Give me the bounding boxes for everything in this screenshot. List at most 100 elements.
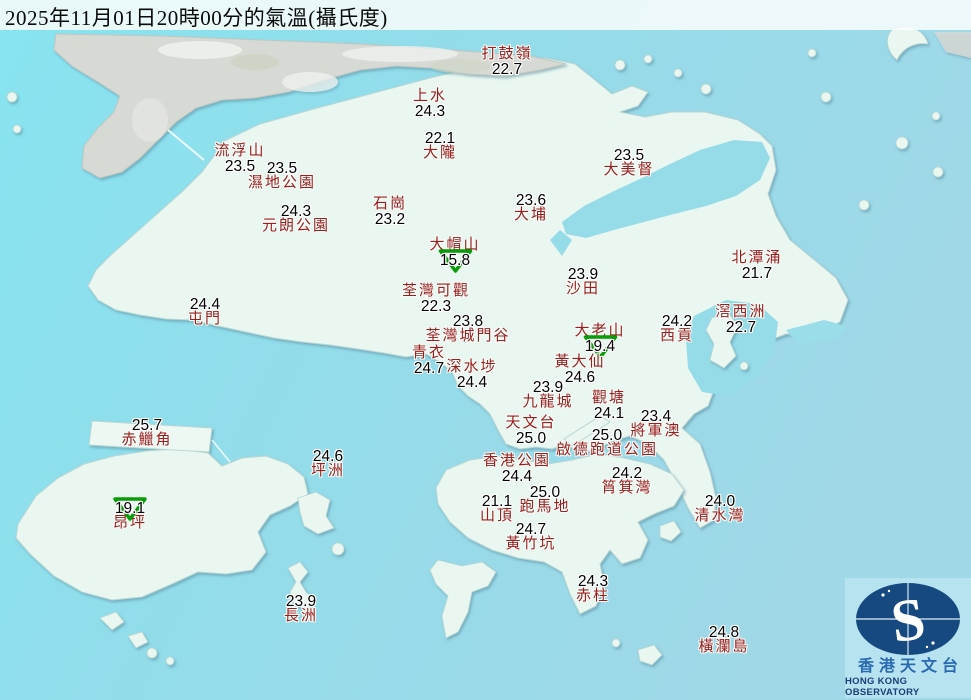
- station: 香港公園 24.4: [482, 453, 552, 485]
- station: 大埔 23.6: [514, 193, 548, 223]
- station-temp: 19.4: [584, 338, 616, 355]
- station-temp: 24.4: [189, 296, 221, 313]
- station: 打鼓嶺 22.7: [481, 46, 533, 78]
- station: 北潭涌 21.7: [731, 250, 783, 282]
- station-name: 赤鱲角: [121, 432, 173, 448]
- station: 天文台 25.0: [505, 415, 557, 447]
- station: 西貢 24.2: [660, 314, 694, 344]
- station-name: 大埔: [513, 207, 549, 223]
- station: 觀塘 24.1: [591, 390, 627, 422]
- station: 橫瀾島 24.8: [698, 625, 749, 655]
- station-name: 荃灣可觀: [401, 283, 471, 299]
- station: 昂坪 19.1: [113, 497, 147, 531]
- station-name: 坪洲: [310, 463, 346, 479]
- station-temp: 22.7: [725, 319, 757, 336]
- station: 元朗公園 24.3: [262, 204, 330, 234]
- station-temp: 23.9: [567, 266, 599, 283]
- station-name: 北潭涌: [731, 250, 783, 266]
- station-temp: 25.0: [591, 427, 623, 444]
- station: 荃灣城門谷 23.8: [425, 314, 510, 344]
- hko-logo: S 香港天文台 HONG KONG OBSERVATORY: [845, 578, 971, 698]
- station-temp: 23.5: [613, 147, 645, 164]
- station-name: 深水埗: [446, 359, 498, 375]
- station: 長洲 23.9: [284, 594, 318, 624]
- station-name: 沙田: [565, 281, 601, 297]
- station-name: 赤柱: [575, 588, 611, 604]
- station: 沙田 23.9: [566, 267, 600, 297]
- map-title: 2025年11月01日20時00分的氣溫(攝氏度): [5, 6, 388, 30]
- station: 屯門 24.4: [188, 297, 222, 327]
- station: 筲箕灣 24.2: [601, 466, 652, 496]
- station: 九龍城 23.9: [522, 380, 573, 410]
- station-name: 長洲: [283, 608, 319, 624]
- station-temp: 23.8: [452, 313, 484, 330]
- station: 濕地公園 23.5: [248, 161, 316, 191]
- station-name: 清水灣: [694, 508, 746, 524]
- station-temp: 23.9: [532, 379, 564, 396]
- station-name: 九龍城: [522, 394, 574, 410]
- station-name: 流浮山: [214, 143, 266, 159]
- station-name: 香港公園: [482, 453, 552, 469]
- station-temp: 22.1: [424, 130, 456, 147]
- station-name: 筲箕灣: [601, 480, 653, 496]
- station-temp: 23.6: [515, 192, 547, 209]
- logo-chinese-name: 香港天文台: [857, 658, 963, 675]
- station-temp: 24.6: [312, 448, 344, 465]
- station-temp: 22.3: [420, 298, 452, 315]
- station-name: 大美督: [603, 162, 655, 178]
- station-temp: 24.7: [515, 521, 547, 538]
- station-name: 黃大仙: [554, 354, 606, 370]
- station-temp: 24.3: [280, 203, 312, 220]
- station-name: 橫瀾島: [698, 639, 750, 655]
- station: 黃竹坑 24.7: [505, 522, 556, 552]
- station-temp: 24.3: [577, 573, 609, 590]
- station-name: 跑馬地: [519, 499, 571, 515]
- station-temp: 24.3: [414, 103, 446, 120]
- station-name: 打鼓嶺: [481, 46, 533, 62]
- station-name: 濕地公園: [247, 175, 317, 191]
- station: 赤柱 24.3: [576, 574, 610, 604]
- station-temp: 15.8: [439, 252, 471, 269]
- station-temp: 21.7: [741, 265, 773, 282]
- station-temp: 24.1: [593, 405, 625, 422]
- station-name: 滘西洲: [715, 304, 767, 320]
- title-bar: 2025年11月01日20時00分的氣溫(攝氏度): [0, 0, 971, 30]
- station-name: 石崗: [372, 196, 408, 212]
- logo-english-name: HONG KONG OBSERVATORY: [845, 676, 920, 698]
- station-temp: 25.0: [515, 430, 547, 447]
- station: 清水灣 24.0: [694, 494, 745, 524]
- station-temp: 22.7: [491, 61, 523, 78]
- station: 荃灣可觀 22.3: [401, 283, 471, 315]
- station: 深水埗 24.4: [446, 359, 498, 391]
- station-temp: 24.0: [704, 493, 736, 510]
- station-name: 大隴: [422, 145, 458, 161]
- temperature-map-page: 2025年11月01日20時00分的氣溫(攝氏度) 打鼓嶺 22.7 上水 24…: [0, 0, 971, 700]
- station-name: 屯門: [187, 311, 223, 327]
- station-temp: 25.0: [529, 484, 561, 501]
- station-temp: 23.2: [374, 211, 406, 228]
- station: 滘西洲 22.7: [715, 304, 767, 336]
- station: 青衣 24.7: [412, 346, 446, 377]
- station-name: 西貢: [659, 328, 695, 344]
- station: 啟德跑道公園 25.0: [556, 428, 658, 458]
- station-name: 觀塘: [591, 390, 627, 406]
- station: 跑馬地 25.0: [519, 485, 570, 515]
- hko-emblem-icon: S: [856, 583, 960, 655]
- stations-layer: 打鼓嶺 22.7 上水 24.3 大隴 22.1 流浮山 23.5 濕地公園 2…: [0, 0, 971, 700]
- station: 大老山 19.4: [574, 324, 625, 359]
- station: 大隴 22.1: [423, 131, 457, 161]
- station-temp: 24.8: [708, 624, 740, 641]
- station-temp: 21.1: [481, 493, 513, 510]
- station-temp: 23.4: [640, 408, 672, 425]
- station: 坪洲 24.6: [311, 449, 345, 479]
- station-name: 荃灣城門谷: [425, 328, 511, 344]
- station: 大美督 23.5: [603, 148, 654, 178]
- station-name: 黃竹坑: [505, 536, 557, 552]
- station: 大帽山 15.8: [429, 238, 480, 273]
- station-temp: 24.7: [413, 360, 445, 377]
- station-temp: 23.5: [266, 160, 298, 177]
- station-name: 天文台: [505, 415, 557, 431]
- station-temp: 23.9: [285, 593, 317, 610]
- station-temp: 24.2: [611, 465, 643, 482]
- station-name: 元朗公園: [261, 218, 331, 234]
